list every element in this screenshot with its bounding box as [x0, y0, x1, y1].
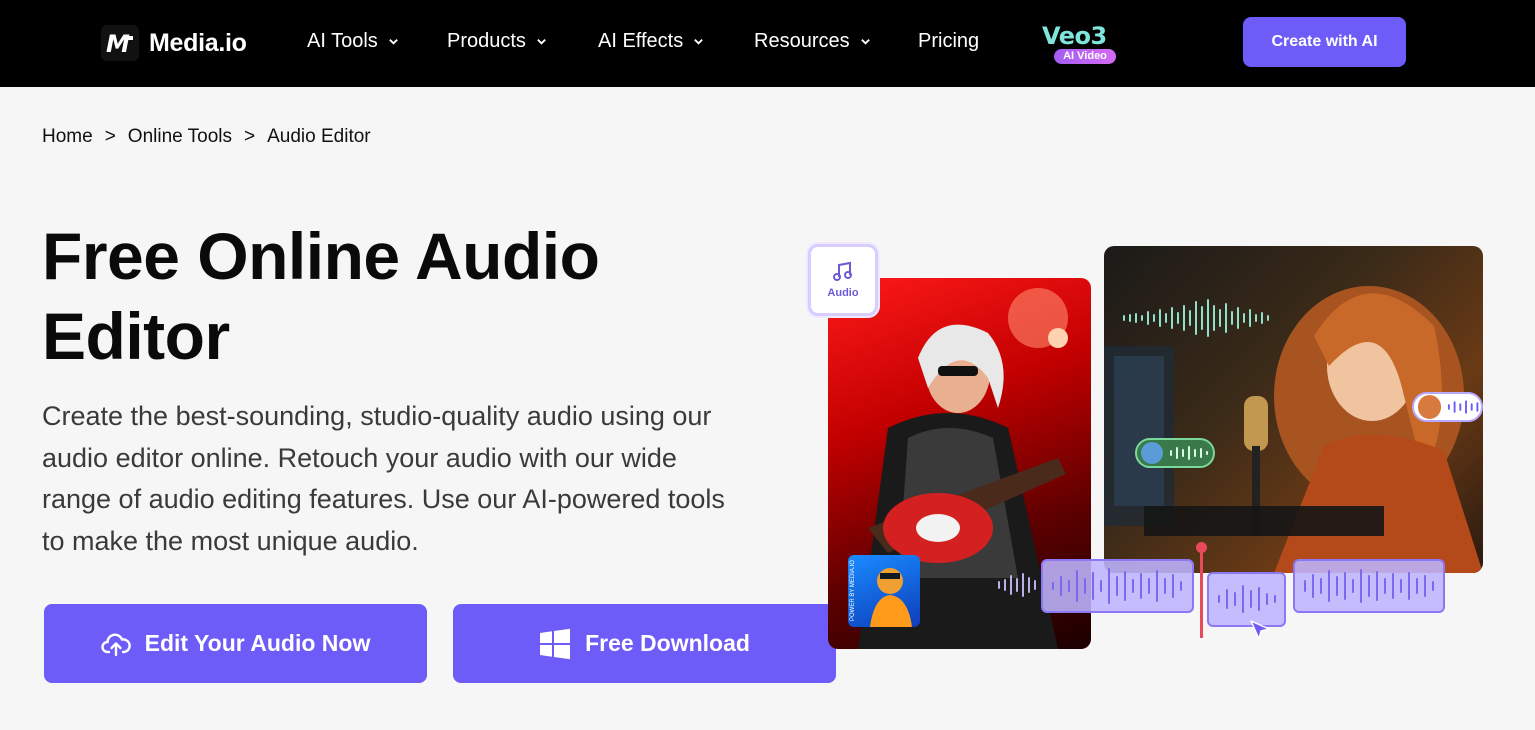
svg-text:M: M — [106, 30, 130, 56]
nav-pricing-label: Pricing — [918, 30, 980, 52]
chevron-down-icon — [694, 39, 704, 45]
logo-text: Media.io — [149, 28, 247, 57]
free-download-button[interactable]: Free Download — [453, 604, 836, 683]
nav-products-label: Products — [447, 30, 526, 52]
page-title-line1: Free Online Audio — [42, 219, 600, 293]
nav-resources[interactable]: Resources — [754, 30, 871, 53]
page-title-line2: Editor — [42, 299, 230, 373]
waveform-icon — [1218, 585, 1276, 613]
waveform-icon — [998, 573, 1036, 597]
chevron-down-icon — [388, 39, 398, 45]
waveform-icon — [1123, 299, 1269, 337]
media-thumbnail: POWER BY MEDIA.IO — [848, 555, 920, 627]
breadcrumb-home[interactable]: Home — [42, 126, 93, 148]
voice-pill-purple — [1412, 392, 1483, 422]
music-note-icon — [833, 261, 852, 281]
waveform-icon — [1052, 568, 1182, 604]
nav-resources-label: Resources — [754, 30, 850, 52]
breadcrumb: Home > Online Tools > Audio Editor — [42, 126, 371, 148]
audio-clip[interactable] — [1041, 559, 1194, 613]
nav-products[interactable]: Products — [447, 30, 547, 53]
nav-ai-tools-label: AI Tools — [307, 30, 378, 52]
avatar — [1141, 442, 1163, 464]
logo-mark-icon: M — [101, 25, 139, 61]
nav-pricing[interactable]: Pricing — [918, 30, 979, 53]
audio-clip[interactable] — [1293, 559, 1445, 613]
windows-icon — [540, 628, 571, 659]
breadcrumb-online-tools[interactable]: Online Tools — [128, 126, 232, 148]
waveform-icon — [1447, 400, 1479, 414]
veo3-title: Veo3 — [1042, 22, 1107, 50]
audio-chip-label: Audio — [827, 287, 859, 299]
nav-ai-effects[interactable]: AI Effects — [598, 30, 704, 53]
page-title: Free Online Audio Editor — [42, 216, 742, 376]
audio-clip-selected[interactable] — [1207, 572, 1286, 627]
veo3-promo[interactable]: Veo3 AI Video — [1040, 22, 1126, 66]
audio-chip: Audio — [808, 244, 878, 316]
playhead[interactable] — [1196, 542, 1207, 638]
cloud-upload-icon — [101, 633, 131, 656]
voice-pill-green — [1135, 438, 1215, 468]
free-download-button-label: Free Download — [585, 630, 750, 656]
nav-ai-effects-label: AI Effects — [598, 30, 684, 52]
chevron-down-icon — [537, 39, 546, 45]
create-with-ai-button[interactable]: Create with AI — [1243, 17, 1406, 67]
hero-description: Create the best-sounding, studio-quality… — [42, 401, 725, 556]
edit-audio-button-label: Edit Your Audio Now — [144, 630, 371, 656]
top-nav: M Media.io AI Tools Products AI Effects … — [0, 0, 1535, 87]
breadcrumb-separator: > — [244, 126, 256, 147]
waveform-icon — [1304, 569, 1434, 603]
edit-audio-button[interactable]: Edit Your Audio Now — [44, 604, 427, 683]
breadcrumb-separator: > — [104, 126, 116, 147]
avatar — [1418, 395, 1441, 419]
waveform-icon — [1170, 446, 1208, 460]
logo[interactable]: M Media.io — [101, 25, 247, 61]
thumbnail-caption: POWER BY MEDIA.IO — [850, 560, 856, 621]
nav-ai-tools[interactable]: AI Tools — [307, 30, 399, 53]
breadcrumb-current: Audio Editor — [267, 126, 371, 147]
thumbnail-figure — [870, 568, 912, 627]
cursor-icon — [1250, 620, 1270, 640]
chevron-down-icon — [860, 39, 870, 45]
veo3-badge: AI Video — [1054, 49, 1116, 64]
